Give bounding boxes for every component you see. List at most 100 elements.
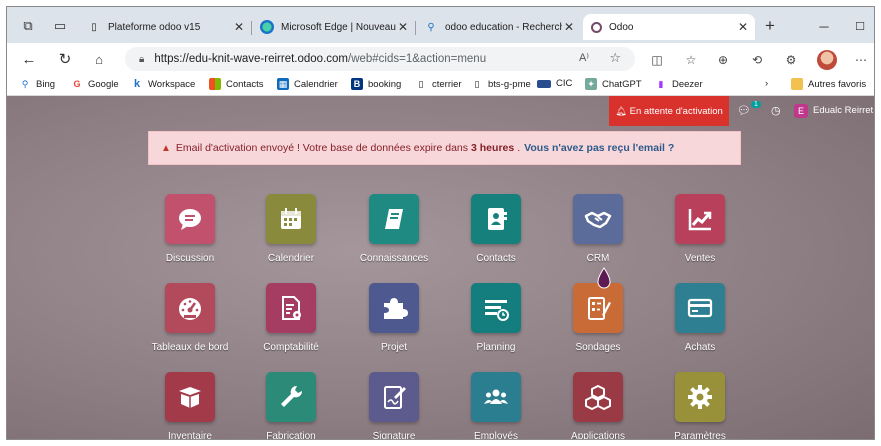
app-calendrier[interactable]: Calendrier — [242, 194, 338, 274]
activity-clock-icon[interactable]: ◷ — [771, 104, 781, 117]
document-icon: ▯ — [418, 78, 424, 89]
user-avatar[interactable]: E — [794, 104, 808, 118]
app-discussion[interactable]: Discussion — [141, 194, 237, 274]
close-icon[interactable]: ✕ — [738, 20, 748, 34]
message-count-badge: 1 — [751, 101, 761, 108]
new-tab-button[interactable]: + — [759, 16, 781, 36]
survey-icon — [573, 283, 623, 333]
bookmark-cterrier[interactable]: ▯ cterrier — [415, 78, 462, 90]
minimize-icon[interactable]: ─ — [813, 16, 835, 36]
workspace-icon: k — [133, 78, 141, 90]
gauge-icon — [165, 283, 215, 333]
extension-icon[interactable]: ⚙ — [782, 51, 800, 69]
favorites-list-icon[interactable]: ☆ — [682, 51, 700, 69]
bookmark-contacts[interactable]: Contacts — [209, 78, 264, 90]
box-icon — [165, 372, 215, 422]
read-aloud-icon[interactable]: A⁾ — [579, 51, 589, 64]
messaging-icon[interactable]: 💬︎ — [737, 104, 751, 117]
refresh-icon[interactable]: ↻ — [53, 48, 77, 70]
close-icon[interactable]: ✕ — [561, 20, 574, 34]
bookmark-booking[interactable]: Bbooking — [351, 78, 401, 90]
signature-icon — [369, 372, 419, 422]
bookmark-autres-favoris[interactable]: Autres favoris — [791, 78, 866, 90]
app-comptabilite[interactable]: Comptabilité — [242, 283, 338, 363]
app-sondages[interactable]: Sondages — [549, 283, 645, 363]
url-base: https://edu-knit-wave-reirret.odoo.com — [154, 53, 348, 65]
app-achats[interactable]: Achats — [651, 283, 747, 363]
address-toolbar: ← ↻ ⌂ 🔒︎ https://edu-knit-wave-reirret.o… — [7, 43, 874, 75]
chart-up-icon — [675, 194, 725, 244]
back-icon[interactable]: ← — [17, 48, 41, 70]
more-options-icon[interactable]: ⋯ — [852, 51, 870, 69]
app-crm[interactable]: CRM — [549, 194, 645, 274]
tab-odoo-education[interactable]: ⚲ odoo education - Recherche ✕ — [416, 14, 581, 40]
app-employes[interactable]: Employés — [447, 372, 543, 439]
tab-plateforme[interactable]: ▯ Plateforme odoo v15 ✕ — [79, 14, 251, 40]
app-inventaire[interactable]: Inventaire — [141, 372, 237, 439]
app-projet[interactable]: Projet — [345, 283, 441, 363]
home-icon[interactable]: ⌂ — [87, 48, 111, 70]
bookmark-workspace[interactable]: k Workspace — [131, 78, 195, 90]
app-parametres[interactable]: Paramètres — [651, 372, 747, 439]
close-icon[interactable]: ✕ — [234, 20, 244, 34]
tab-odoo[interactable]: Odoo ✕ — [583, 14, 755, 40]
history-icon[interactable]: ⟲ — [748, 51, 766, 69]
bookmark-deezer[interactable]: ▮ Deezer — [655, 78, 703, 90]
planning-icon — [471, 283, 521, 333]
bookmark-calendrier[interactable]: ▦ Calendrier — [277, 78, 338, 90]
app-applications[interactable]: Applications — [549, 372, 645, 439]
book-icon — [369, 194, 419, 244]
tab-strip: ⧉ ▭ ▯ Plateforme odoo v15 ✕ Microsoft Ed… — [7, 7, 874, 43]
workspaces-icon[interactable]: ⧉ — [17, 16, 39, 36]
odoo-icon — [591, 21, 602, 33]
tab-microsoft-edge[interactable]: Microsoft Edge | Nouveauté ✕ — [252, 14, 415, 40]
maximize-icon[interactable]: ☐ — [849, 16, 871, 36]
google-icon: G — [73, 79, 81, 89]
favorite-star-icon[interactable]: ☆ — [609, 50, 621, 66]
address-bar[interactable]: 🔒︎ https://edu-knit-wave-reirret.odoo.co… — [125, 47, 635, 71]
app-contacts[interactable]: Contacts — [447, 194, 543, 274]
bookmark-bts-g-pme[interactable]: ▯ bts-g-pme — [471, 78, 531, 90]
bookmarks-bar: ⚲ Bing G Google k Workspace Contacts ▦ Calen… — [7, 75, 874, 96]
wrench-icon — [266, 372, 316, 422]
cic-icon — [537, 79, 551, 88]
lock-icon: 🔒︎ — [139, 53, 145, 65]
tab-label: Microsoft Edge | Nouveauté — [281, 21, 405, 33]
warning-icon: ▲ — [161, 142, 171, 154]
search-icon: ⚲ — [21, 78, 29, 89]
user-menu[interactable]: Edualc Reirret — [813, 105, 873, 116]
gear-icon — [675, 372, 725, 422]
split-screen-icon[interactable]: ◫ — [648, 51, 666, 69]
tab-actions-icon[interactable]: ▭ — [49, 16, 71, 36]
document-icon: ▯ — [474, 78, 480, 89]
calendar-icon: ▦ — [277, 78, 289, 90]
browser-window: ⧉ ▭ ▯ Plateforme odoo v15 ✕ Microsoft Ed… — [6, 6, 875, 440]
app-ventes[interactable]: Ventes — [651, 194, 747, 274]
chatgpt-icon: ✦ — [585, 78, 597, 90]
bookmark-google[interactable]: G Google — [71, 78, 118, 90]
app-planning[interactable]: Planning — [447, 283, 543, 363]
url-path: /web#cids=1&action=menu — [348, 53, 487, 65]
app-connaissances[interactable]: Connaissances — [345, 194, 441, 274]
deezer-icon: ▮ — [658, 78, 664, 89]
tab-label: odoo education - Recherche — [445, 21, 571, 33]
profile-avatar[interactable] — [817, 50, 837, 70]
collections-icon[interactable]: ⊕ — [714, 51, 732, 69]
bell-icon: 🔔︎ — [615, 105, 627, 116]
bookmarks-overflow-icon[interactable]: › — [765, 78, 768, 89]
bookmark-bing[interactable]: ⚲ Bing — [19, 78, 55, 90]
activation-alert: ▲ Email d'activation envoyé ! Votre base… — [148, 131, 741, 165]
close-icon[interactable]: ✕ — [395, 20, 408, 34]
tab-label: Odoo — [609, 21, 634, 33]
bookmark-chatgpt[interactable]: ✦ ChatGPT — [585, 78, 642, 90]
bookmark-cic[interactable]: CIC — [537, 78, 572, 89]
app-fabrication[interactable]: Fabrication — [242, 372, 338, 439]
credit-card-icon — [675, 283, 725, 333]
app-signature[interactable]: Signature — [345, 372, 441, 439]
resend-email-link[interactable]: Vous n'avez pas reçu l'email ? — [524, 142, 674, 154]
cursor-drop-icon — [597, 267, 611, 289]
chat-bubble-icon — [165, 194, 215, 244]
document-icon: ▯ — [91, 21, 97, 33]
app-tableaux-de-bord[interactable]: Tableaux de bord — [141, 283, 237, 363]
activation-button[interactable]: 🔔︎ En attente d'activation — [609, 96, 729, 126]
